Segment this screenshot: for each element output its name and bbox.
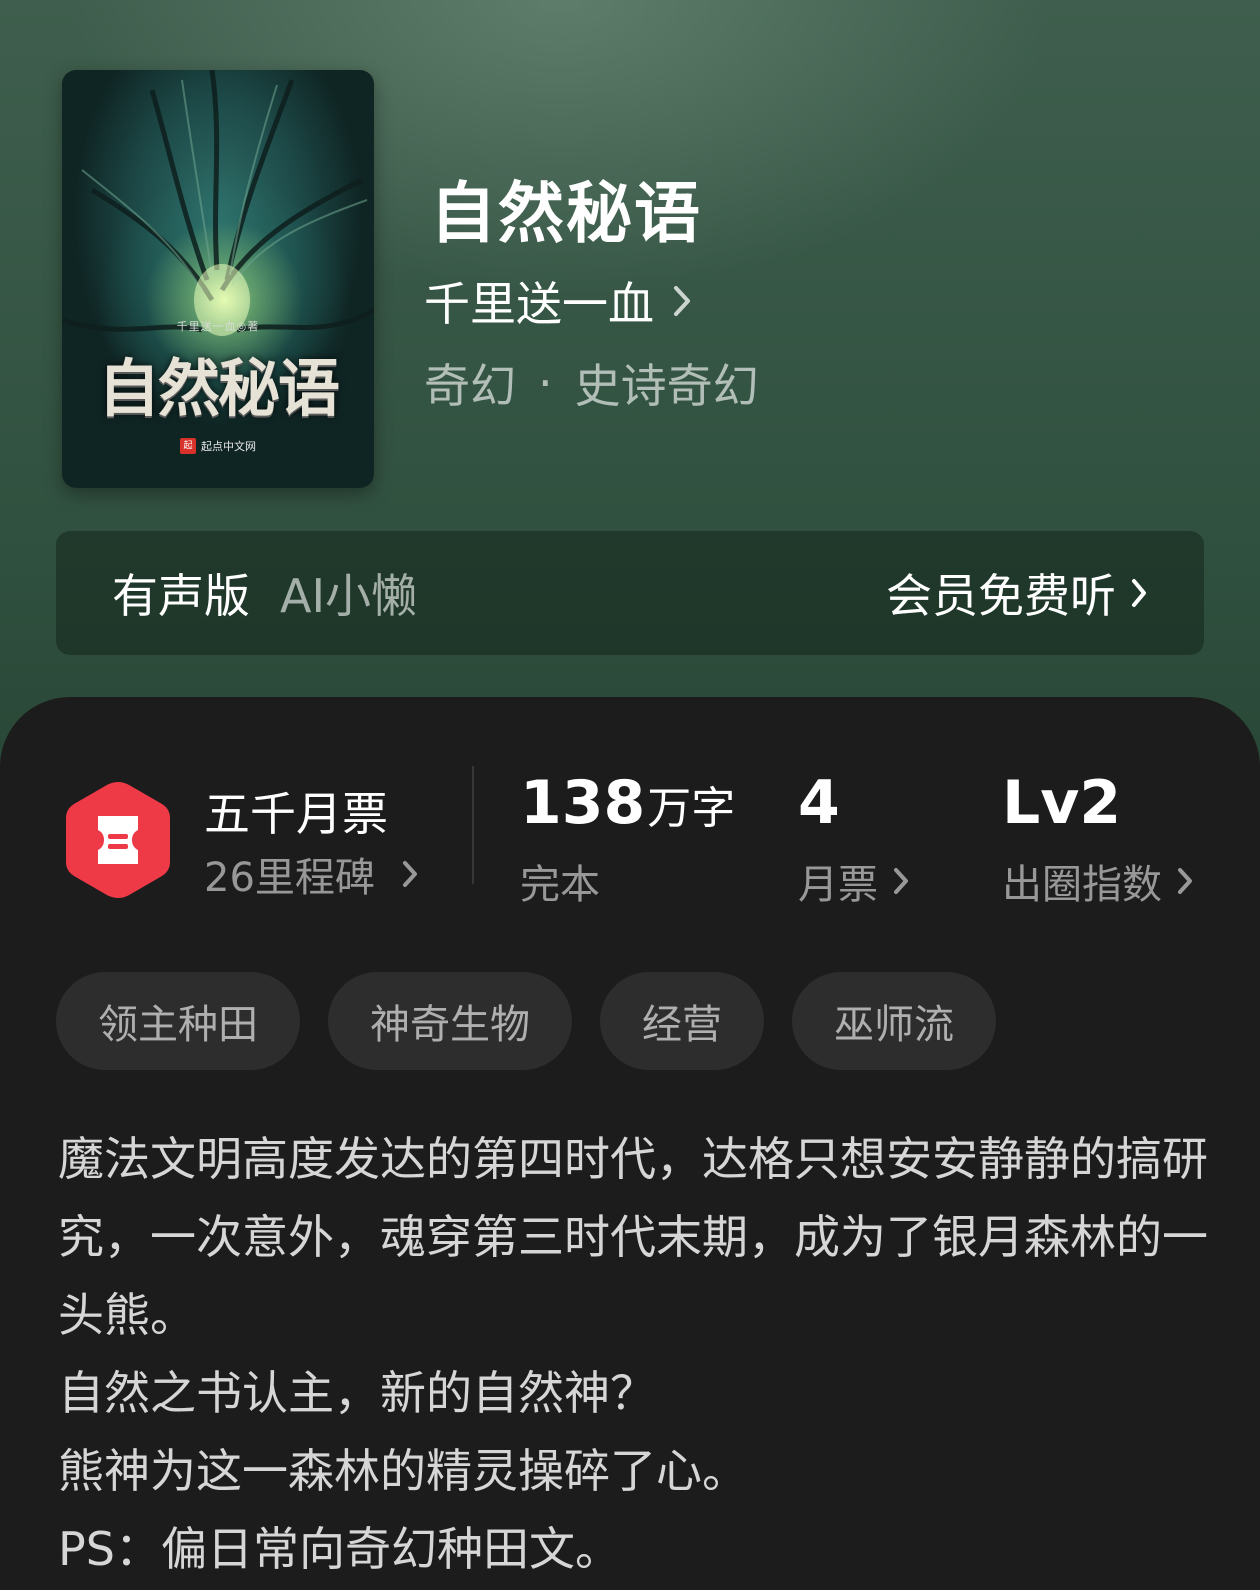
audiobook-bar[interactable]: 有声版 AI小懒 会员免费听 [56, 531, 1204, 655]
audiobook-label: 有声版 [112, 569, 250, 623]
stats-divider [472, 766, 474, 884]
monthly-ticket-count: 4 [798, 768, 840, 838]
word-count-value: 138 [520, 768, 646, 838]
chevron-right-icon [894, 868, 908, 894]
word-count-unit: 万字 [647, 783, 736, 834]
audiobook-narrator: AI小懒 [280, 569, 418, 623]
tag-list: 领主种田 神奇生物 经营 巫师流 [56, 972, 996, 1070]
tag-chip[interactable]: 经营 [600, 972, 764, 1070]
book-title: 自然秘语 [430, 174, 702, 252]
completion-status: 完本 [520, 852, 600, 910]
publisher-logo-icon: 起 [180, 438, 196, 454]
chevron-right-icon [1178, 868, 1192, 894]
popularity-index-label: 出圈指数 [1002, 862, 1162, 908]
subgenre[interactable]: 史诗奇幻 [575, 350, 759, 416]
monthly-ticket-label: 月票 [798, 862, 878, 908]
completion-status-label: 完本 [520, 862, 600, 908]
word-count: 138 万字 [520, 768, 735, 838]
member-free-listen-button[interactable]: 会员免费听 [886, 560, 1148, 626]
tag-chip[interactable]: 神奇生物 [328, 972, 572, 1070]
monthly-ticket-link[interactable]: 月票 [798, 852, 910, 910]
book-detail-page: 千里送一血◎著 自然秘语 起 起点中文网 自然秘语 千里送一血 奇幻 · 史诗奇… [0, 0, 1260, 1590]
genre[interactable]: 奇幻 [424, 350, 516, 416]
milestone-label: 26里程碑 [204, 855, 375, 901]
synopsis-paragraph: PS：偏日常向奇幻种田文。 [58, 1522, 621, 1576]
member-free-listen-label: 会员免费听 [886, 569, 1116, 623]
book-cover[interactable]: 千里送一血◎著 自然秘语 起 起点中文网 [62, 70, 374, 488]
synopsis-paragraph: 熊神为这一森林的精灵操碎了心。 [58, 1444, 748, 1498]
cover-author-text: 千里送一血◎著 [176, 320, 260, 333]
cover-title-text: 自然秘语 [97, 352, 340, 425]
publisher-name: 起点中文网 [201, 440, 256, 453]
popularity-level: Lv2 [1002, 768, 1122, 838]
milestone-title: 五千月票 [204, 787, 388, 841]
genre-row: 奇幻 · 史诗奇幻 [424, 350, 759, 416]
chevron-right-icon [674, 286, 690, 316]
synopsis[interactable]: 魔法文明高度发达的第四时代，达格只想安安静静的搞研究，一次意外，魂穿第三时代末期… [58, 1120, 1208, 1588]
ticket-icon[interactable] [62, 778, 174, 902]
synopsis-paragraph: 自然之书认主，新的自然神？ [58, 1366, 656, 1420]
author-link[interactable]: 千里送一血 [424, 268, 692, 334]
chevron-right-icon [402, 861, 417, 887]
cover-publisher: 起 起点中文网 [62, 438, 374, 454]
author-name: 千里送一血 [424, 277, 654, 331]
chevron-right-icon [1132, 579, 1146, 607]
genre-separator: · [538, 356, 553, 410]
popularity-index-link[interactable]: 出圈指数 [1002, 852, 1194, 910]
tag-chip[interactable]: 领主种田 [56, 972, 300, 1070]
milestone-link[interactable]: 26里程碑 [204, 845, 419, 903]
tag-chip[interactable]: 巫师流 [792, 972, 996, 1070]
synopsis-paragraph: 魔法文明高度发达的第四时代，达格只想安安静静的搞研究，一次意外，魂穿第三时代末期… [58, 1132, 1208, 1342]
